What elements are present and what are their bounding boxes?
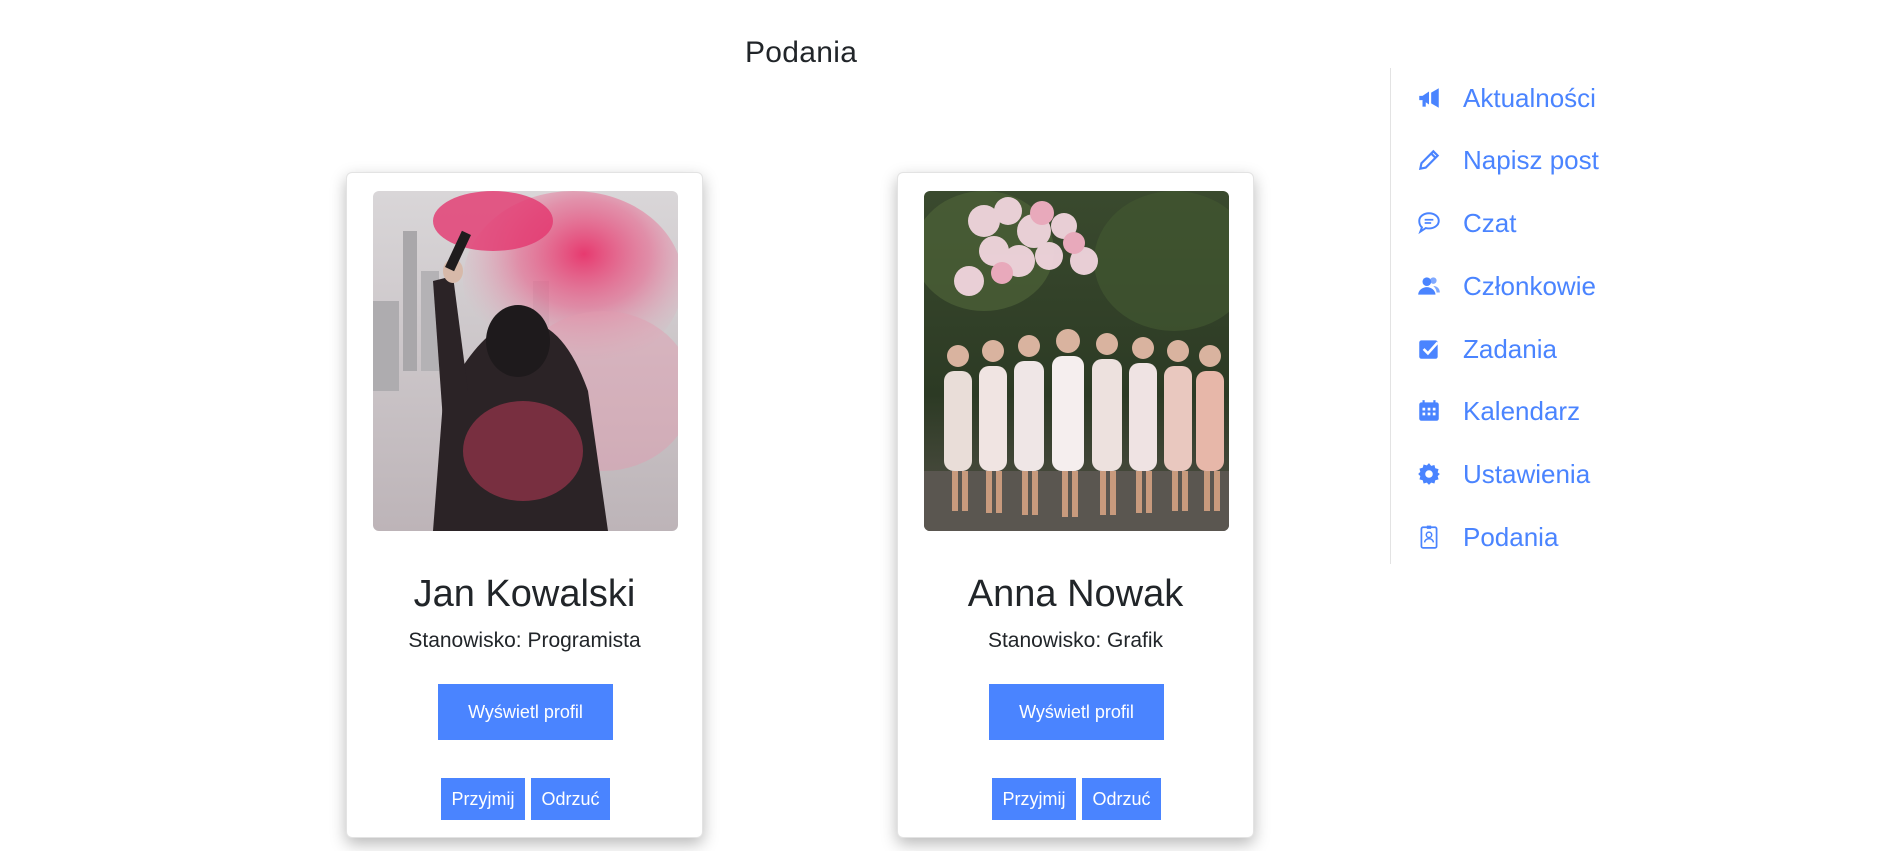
view-profile-button[interactable]: Wyświetl profil bbox=[438, 684, 613, 740]
chat-bubble-icon bbox=[1415, 209, 1443, 237]
applicant-photo bbox=[373, 191, 678, 531]
sidebar-item-ustawienia[interactable]: Ustawienia bbox=[1415, 454, 1590, 494]
sidebar-item-label: Aktualności bbox=[1463, 82, 1596, 113]
applicant-role: Stanowisko: Programista bbox=[347, 629, 702, 653]
role-label: Stanowisko: bbox=[408, 629, 522, 652]
accept-button[interactable]: Przyjmij bbox=[992, 778, 1076, 820]
reject-button[interactable]: Odrzuć bbox=[1082, 778, 1161, 820]
reject-button[interactable]: Odrzuć bbox=[531, 778, 610, 820]
sidebar-item-napisz-post[interactable]: Napisz post bbox=[1415, 140, 1599, 180]
sidebar-item-label: Czat bbox=[1463, 207, 1517, 238]
applicant-role: Stanowisko: Grafik bbox=[898, 629, 1253, 653]
gear-icon bbox=[1415, 460, 1443, 488]
users-icon bbox=[1415, 272, 1443, 300]
applicant-name: Anna Nowak bbox=[967, 573, 1184, 615]
sidebar-item-label: Członkowie bbox=[1463, 270, 1596, 301]
calendar-icon bbox=[1415, 397, 1443, 425]
page-title: Podania bbox=[745, 36, 858, 69]
id-badge-icon bbox=[1415, 523, 1443, 551]
role-value: Grafik bbox=[1107, 629, 1164, 652]
role-label: Stanowisko: bbox=[987, 629, 1102, 652]
sidebar-item-label: Podania bbox=[1463, 521, 1559, 552]
applicant-photo bbox=[924, 191, 1229, 531]
sidebar-item-kalendarz[interactable]: Kalendarz bbox=[1415, 391, 1580, 431]
role-value: Programista bbox=[527, 629, 641, 652]
sidebar-item-zadania[interactable]: Zadania bbox=[1415, 329, 1557, 369]
sidebar-item-label: Napisz post bbox=[1463, 144, 1599, 175]
accept-button[interactable]: Przyjmij bbox=[441, 778, 525, 820]
pencil-icon bbox=[1415, 146, 1443, 174]
checkbox-icon bbox=[1415, 335, 1443, 363]
megaphone-icon bbox=[1415, 84, 1443, 112]
applicant-name: Jan Kowalski bbox=[413, 573, 636, 615]
sidebar-item-podania[interactable]: Podania bbox=[1415, 517, 1558, 557]
sidebar-item-label: Kalendarz bbox=[1463, 395, 1581, 426]
sidebar-item-czlonkowie[interactable]: Członkowie bbox=[1415, 266, 1596, 306]
sidebar-item-label: Zadania bbox=[1463, 333, 1557, 364]
sidebar-item-label: Ustawienia bbox=[1463, 458, 1591, 489]
application-card: Jan Kowalski Stanowisko: Programista Wyś… bbox=[346, 172, 703, 838]
view-profile-button[interactable]: Wyświetl profil bbox=[989, 684, 1164, 740]
sidebar-item-czat[interactable]: Czat bbox=[1415, 203, 1516, 243]
sidebar-item-aktualnosci[interactable]: Aktualności bbox=[1415, 78, 1596, 118]
sidebar-nav: Aktualności Napisz post Czat Członkowie … bbox=[1390, 68, 1691, 564]
application-card: Anna Nowak Stanowisko: Grafik Wyświetl p… bbox=[897, 172, 1254, 838]
